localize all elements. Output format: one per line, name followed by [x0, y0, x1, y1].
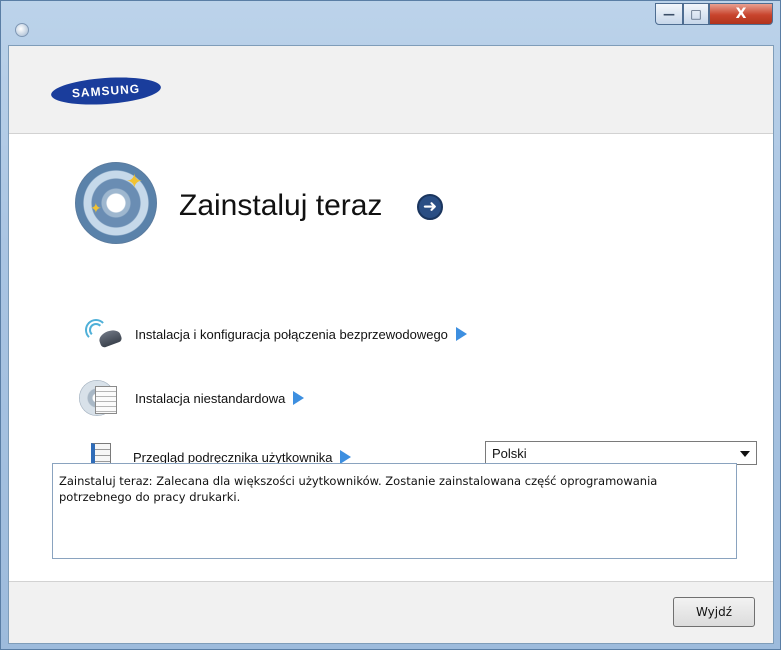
option-custom-label: Instalacja niestandardowa — [135, 390, 286, 406]
client-area: SAMSUNG ✦ ✦ Zainstaluj teraz ➜ Instalacj… — [8, 45, 774, 644]
chevron-down-icon — [740, 451, 750, 457]
play-arrow-icon — [340, 450, 352, 464]
footer-bar: Wyjdź — [9, 581, 773, 643]
option-wireless-label: Instalacja i konfiguracja połączenia bez… — [135, 326, 448, 342]
language-select[interactable]: Polski — [485, 441, 757, 465]
samsung-logo: SAMSUNG — [50, 74, 162, 108]
maximize-button[interactable]: □ — [683, 3, 709, 25]
window-icon — [15, 23, 29, 37]
description-box: Zainstaluj teraz: Zalecana dla większośc… — [52, 463, 737, 559]
option-custom-install[interactable]: Instalacja niestandardowa — [79, 380, 305, 416]
install-now-arrow-button[interactable]: ➜ — [417, 194, 443, 220]
installer-window: — □ X SAMSUNG ✦ ✦ Zainstaluj teraz ➜ Ins… — [0, 0, 781, 650]
install-cd-icon: ✦ ✦ — [75, 162, 157, 244]
play-arrow-icon — [293, 391, 305, 405]
exit-button[interactable]: Wyjdź — [673, 597, 755, 627]
cd-document-icon — [79, 380, 127, 416]
language-selected-value: Polski — [492, 445, 527, 461]
play-arrow-icon — [455, 327, 467, 341]
close-button[interactable]: X — [709, 3, 773, 25]
wireless-dish-icon — [79, 317, 127, 351]
option-wireless-setup[interactable]: Instalacja i konfiguracja połączenia bez… — [79, 317, 467, 351]
minimize-button[interactable]: — — [655, 3, 683, 25]
install-now-heading[interactable]: Zainstaluj teraz — [179, 189, 382, 223]
header-bar: SAMSUNG — [9, 46, 773, 134]
title-bar: — □ X — [1, 1, 780, 43]
